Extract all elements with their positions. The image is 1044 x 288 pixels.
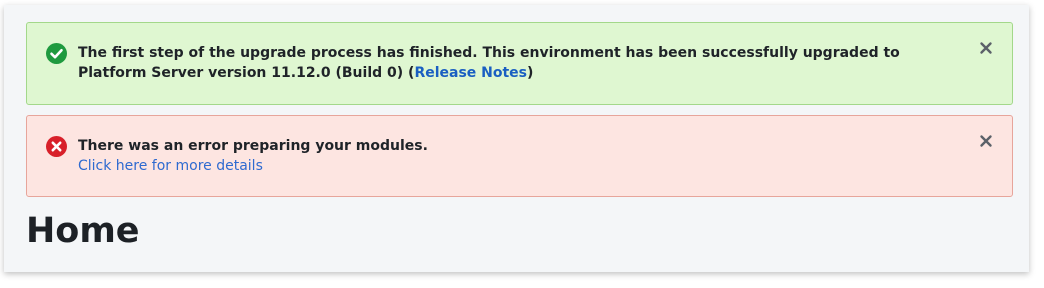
main-panel: The first step of the upgrade process ha… bbox=[4, 5, 1029, 272]
success-alert: The first step of the upgrade process ha… bbox=[26, 22, 1013, 105]
success-message-end: ) bbox=[527, 65, 534, 81]
more-details-link[interactable]: Click here for more details bbox=[78, 156, 958, 176]
close-icon[interactable] bbox=[978, 133, 994, 149]
error-circle-icon bbox=[46, 136, 67, 157]
close-icon[interactable] bbox=[978, 40, 994, 56]
error-message-text: There was an error preparing your module… bbox=[78, 138, 428, 154]
page-title: Home bbox=[26, 211, 140, 251]
release-notes-link[interactable]: Release Notes bbox=[414, 65, 527, 81]
error-alert: There was an error preparing your module… bbox=[26, 115, 1013, 197]
success-message: The first step of the upgrade process ha… bbox=[78, 43, 958, 83]
check-circle-icon bbox=[46, 43, 67, 64]
error-message: There was an error preparing your module… bbox=[78, 136, 958, 176]
